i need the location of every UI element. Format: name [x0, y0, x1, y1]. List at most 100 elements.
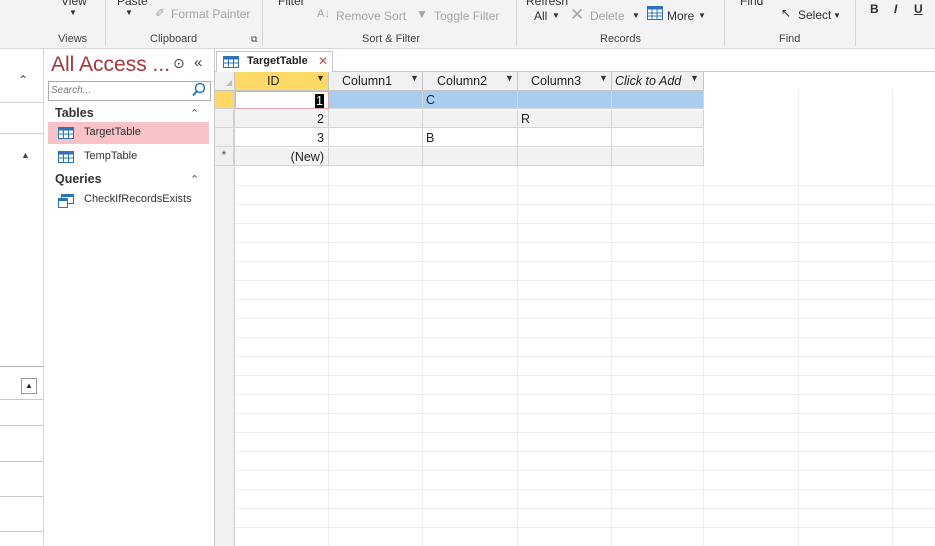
column-dropdown-icon[interactable]: ▼ — [690, 73, 699, 83]
nav-item-targettable[interactable]: TargetTable — [48, 122, 209, 144]
table-cell-add[interactable] — [612, 91, 704, 109]
table-cell-column2[interactable]: B — [423, 129, 518, 147]
record-selector[interactable] — [215, 110, 234, 128]
grid-line — [235, 527, 935, 528]
table-cell-column3[interactable] — [518, 91, 612, 109]
divider — [0, 531, 43, 532]
search-input[interactable] — [49, 82, 186, 99]
table-cell-column2[interactable] — [423, 110, 518, 128]
nav-search-box[interactable] — [48, 81, 211, 101]
chevron-up-icon[interactable]: ⌃ — [18, 73, 28, 87]
more-dropdown-icon[interactable]: ▼ — [698, 11, 706, 20]
refresh-dropdown-icon[interactable]: ▼ — [552, 11, 560, 20]
table-cell-column1[interactable] — [329, 129, 423, 147]
shutter-bar-collapse-icon[interactable]: « — [194, 54, 202, 71]
divider — [0, 133, 43, 134]
underline-button[interactable]: U — [914, 2, 923, 16]
dialog-launcher-icon[interactable]: ⧉ — [251, 34, 257, 45]
toggle-filter-button[interactable]: Toggle Filter — [434, 9, 499, 23]
nav-item-label: CheckIfRecordsExists — [84, 193, 192, 205]
paste-dropdown-icon[interactable]: ▼ — [125, 8, 133, 17]
nav-group-queries[interactable]: Queries — [55, 172, 102, 186]
record-selector[interactable] — [215, 91, 234, 109]
tab-targettable[interactable]: TargetTable ✕ — [216, 51, 333, 72]
column-header-click-to-add[interactable]: Click to Add ▼ — [612, 72, 704, 91]
filter-button[interactable]: Filter — [278, 0, 305, 8]
table-cell-column3[interactable] — [518, 129, 612, 147]
column-dropdown-icon[interactable]: ▼ — [505, 73, 514, 83]
grid-line — [235, 489, 935, 490]
search-icon[interactable] — [192, 82, 206, 100]
column-dropdown-icon[interactable]: ▼ — [410, 73, 419, 83]
table-cell-add[interactable] — [612, 148, 704, 166]
table-cell-add[interactable] — [612, 110, 704, 128]
table-cell-column2[interactable] — [423, 148, 518, 166]
select-all-triangle-icon — [226, 80, 232, 86]
scroll-up-button[interactable]: ▲ — [21, 378, 37, 394]
table-cell-id[interactable]: 2 — [235, 110, 329, 128]
find-button[interactable]: Find — [740, 0, 763, 8]
grid-line — [798, 90, 799, 546]
select-cursor-icon[interactable]: ↖ — [781, 6, 791, 20]
bold-button[interactable]: B — [870, 2, 879, 16]
nav-item-checkifrecordsexists[interactable]: CheckIfRecordsExists — [48, 189, 209, 211]
more-button[interactable]: More — [667, 9, 694, 23]
table-cell-column3[interactable]: R — [518, 110, 612, 128]
table-cell-id[interactable]: 3 — [235, 129, 329, 147]
italic-button[interactable]: I — [894, 2, 897, 16]
nav-item-temptable[interactable]: TempTable — [48, 146, 209, 168]
table-icon — [58, 151, 74, 166]
ribbon: View ▼ Paste ▼ ✐ Format Painter Filter A… — [0, 0, 935, 49]
table-cell-column2[interactable]: C — [423, 91, 518, 109]
column-dropdown-icon[interactable]: ▼ — [316, 73, 325, 83]
column-header-column2[interactable]: Column2 ▼ — [423, 72, 518, 91]
remove-sort-icon[interactable]: A↓ — [317, 8, 330, 20]
column-header-id[interactable]: ID ▼ — [235, 72, 329, 91]
table-icon — [223, 56, 239, 71]
divider — [0, 496, 43, 497]
format-painter-button[interactable]: Format Painter — [171, 7, 250, 21]
divider — [0, 399, 43, 400]
table-cell-column1[interactable] — [329, 110, 423, 128]
select-button[interactable]: Select — [798, 8, 831, 22]
divider — [0, 461, 43, 462]
new-record-marker[interactable]: * — [215, 148, 234, 166]
toggle-filter-icon[interactable]: ▼ — [416, 7, 428, 21]
delete-button[interactable]: Delete — [590, 9, 625, 23]
column-header-column3[interactable]: Column3 ▼ — [518, 72, 612, 91]
delete-icon[interactable]: ✕ — [570, 5, 584, 25]
collapse-queries-icon[interactable]: ⌃ — [190, 173, 199, 186]
collapse-tables-icon[interactable]: ⌃ — [190, 107, 199, 120]
select-dropdown-icon[interactable]: ▼ — [833, 11, 841, 20]
nav-group-tables[interactable]: Tables — [55, 106, 94, 120]
divider — [0, 366, 43, 367]
column-dropdown-icon[interactable]: ▼ — [599, 73, 608, 83]
refresh-all-button[interactable]: All — [534, 9, 547, 23]
record-selector[interactable] — [215, 129, 234, 147]
format-painter-icon[interactable]: ✐ — [155, 6, 165, 20]
paste-button[interactable]: Paste — [117, 0, 148, 8]
table-cell-add[interactable] — [612, 129, 704, 147]
close-tab-icon[interactable]: ✕ — [318, 54, 328, 68]
scroll-up-icon[interactable]: ▲ — [21, 150, 30, 160]
column-header-column1[interactable]: Column1 ▼ — [329, 72, 423, 91]
table-cell-column1[interactable] — [329, 91, 423, 109]
more-icon[interactable] — [647, 6, 663, 23]
nav-item-label: TempTable — [84, 150, 138, 162]
grid-line — [235, 185, 935, 186]
grid-line — [235, 356, 935, 357]
nav-pane-title[interactable]: All Access ... — [51, 53, 170, 77]
new-record-cell[interactable]: (New) — [235, 148, 329, 166]
table-cell-column3[interactable] — [518, 148, 612, 166]
table-cell-id[interactable]: 1 — [235, 91, 329, 109]
refresh-button[interactable]: Refresh — [526, 0, 568, 8]
view-dropdown-icon[interactable]: ▼ — [69, 8, 77, 17]
table-cell-column1[interactable] — [329, 148, 423, 166]
grid-line — [235, 204, 935, 205]
delete-dropdown-icon[interactable]: ▼ — [632, 11, 640, 20]
nav-menu-dropdown-icon[interactable]: ⊙ — [173, 55, 185, 72]
grid-line — [235, 470, 935, 471]
select-all-corner[interactable] — [215, 72, 235, 91]
remove-sort-button[interactable]: Remove Sort — [336, 9, 406, 23]
view-button[interactable]: View — [61, 0, 87, 8]
